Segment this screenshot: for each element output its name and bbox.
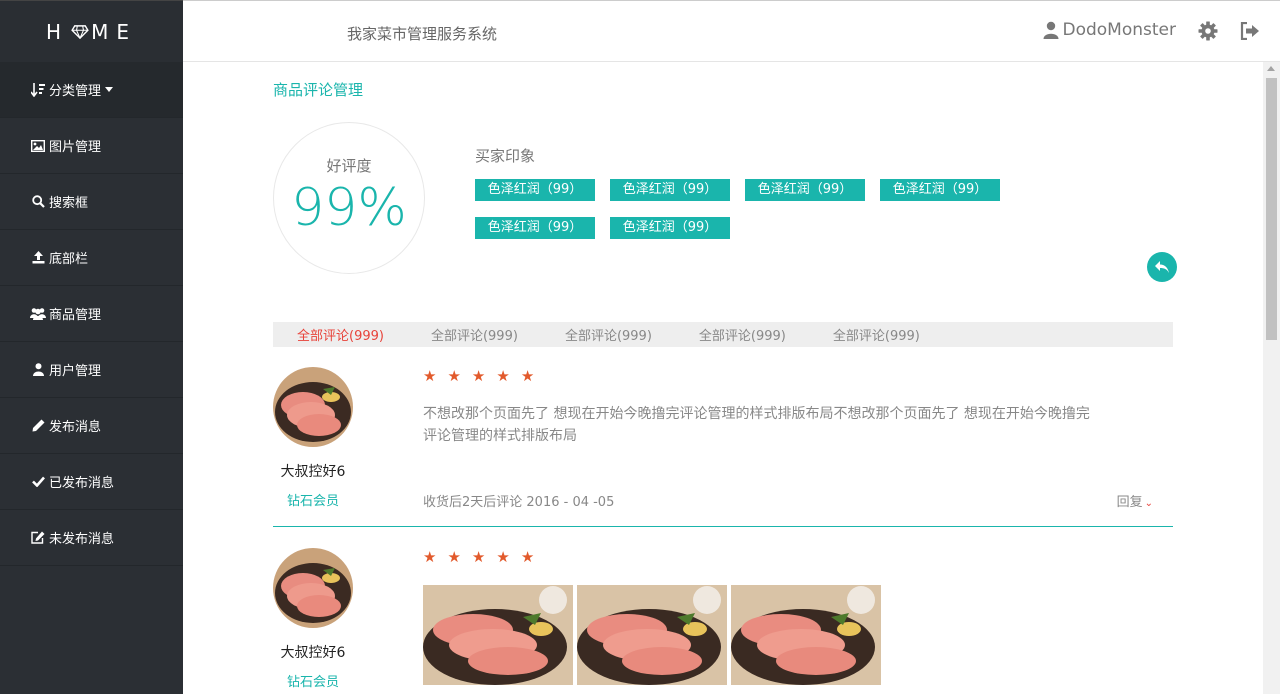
sidebar-item-label: 商品管理 [49,308,102,323]
scroll-up-icon[interactable] [1267,66,1275,71]
main-content: 商品评论管理 好评度 99% 买家印象 色泽红润（99） 色泽红润（99） 色泽红润… [183,62,1263,694]
logo-text: ME [91,19,137,44]
tab-reviews[interactable]: 全部评论(999) [565,325,652,344]
users-icon [30,307,46,320]
logo-letter: H [46,19,70,44]
star-icon: ★ [520,548,535,566]
tab-all-reviews[interactable]: 全部评论(999) [297,325,384,344]
sidebar-item-label: 搜索框 [49,196,89,211]
tab-reviews[interactable]: 全部评论(999) [833,325,920,344]
star-icon: ★ [471,548,486,566]
vertical-scrollbar[interactable] [1263,62,1280,694]
sidebar-item-label: 用户管理 [49,364,102,379]
sidebar-item-category[interactable]: 分类管理 [0,62,183,118]
impression-tag[interactable]: 色泽红润（99） [475,217,595,239]
reviewer-name: 大叔控好6 [280,464,346,480]
review-photo[interactable] [731,585,881,685]
sidebar: 分类管理 图片管理 搜索框 底部栏 商品管理 用户管理 发布消息 已发布消息 未… [0,62,183,694]
user-icon [30,363,46,376]
member-level: 钻石会员 [286,494,339,509]
review-item: 大叔控好6 钻石会员 ★ ★ ★ ★ ★ 不想改那个页面先了 想现在开始今晚撸完… [273,367,1173,527]
star-icon: ★ [496,367,510,385]
sidebar-item-published[interactable]: 已发布消息 [0,454,183,510]
impression-tags: 色泽红润（99） 色泽红润（99） 色泽红润（99） 色泽红润（99） 色泽红润（99… [475,179,1035,255]
avatar [273,548,353,628]
edit-icon [30,531,46,544]
page-title: 商品评论管理 [273,81,364,99]
sidebar-item-images[interactable]: 图片管理 [0,118,183,174]
sidebar-item-publish[interactable]: 发布消息 [0,398,183,454]
user-icon [1043,21,1058,39]
tab-reviews[interactable]: 全部评论(999) [699,325,786,344]
sidebar-item-label: 已发布消息 [49,476,115,491]
star-icon: ★ [471,367,486,385]
impressions-title: 买家印象 [475,147,536,165]
review-text: 不想改那个页面先了 想现在开始今晚撸完评论管理的样式排版布局不想改那个页面先了 … [423,406,1090,444]
impression-tag[interactable]: 色泽红润（99） [880,179,1000,201]
star-icon: ★ [447,548,461,566]
sidebar-item-label: 发布消息 [49,420,102,435]
star-rating: ★ ★ ★ ★ ★ [423,367,545,385]
avatar [273,367,353,447]
star-icon: ★ [520,367,535,385]
review-tabs: 全部评论(999) 全部评论(999) 全部评论(999) 全部评论(999) … [273,322,1173,347]
search-icon [30,195,46,208]
star-rating: ★ ★ ★ ★ ★ [423,548,545,566]
sort-icon [30,82,46,97]
rating-label: 好评度 [326,157,372,175]
logo: H ME [0,0,183,62]
impression-tag[interactable]: 色泽红润（99） [745,179,865,201]
star-icon: ★ [496,548,510,566]
sidebar-item-products[interactable]: 商品管理 [0,286,183,342]
sidebar-item-footer[interactable]: 底部栏 [0,230,183,286]
upload-icon [30,251,46,264]
sidebar-item-label: 未发布消息 [49,532,115,547]
back-button[interactable] [1147,252,1177,282]
reply-icon [1155,261,1169,273]
check-icon [30,476,46,487]
sidebar-item-label: 分类管理 [49,84,102,99]
star-icon: ★ [423,367,437,385]
rating-value: 99% [291,178,407,238]
diamond-icon [71,24,89,39]
logout-icon[interactable] [1240,22,1260,40]
sidebar-item-label: 底部栏 [49,252,89,267]
review-photos [423,585,885,685]
gear-icon[interactable] [1198,21,1218,41]
image-icon [30,139,46,152]
reviewer-name: 大叔控好6 [280,645,346,661]
sidebar-item-users[interactable]: 用户管理 [0,342,183,398]
review-item: 大叔控好6 钻石会员 ★ ★ ★ ★ ★ [273,548,1173,694]
review-divider [273,526,1173,527]
star-icon: ★ [447,367,461,385]
review-photo[interactable] [423,585,573,685]
pencil-icon [30,419,46,432]
review-meta: 收货后2天后评论 2016 - 04 -05 [423,495,615,510]
sidebar-item-unpublished[interactable]: 未发布消息 [0,510,183,566]
username: DodoMonster [1062,20,1177,40]
tab-reviews[interactable]: 全部评论(999) [431,325,518,344]
sidebar-item-search[interactable]: 搜索框 [0,174,183,230]
scroll-thumb[interactable] [1266,78,1277,340]
rating-circle: 好评度 99% [273,122,425,274]
impression-tag[interactable]: 色泽红润（99） [610,217,730,239]
user-menu[interactable]: DodoMonster [1043,20,1177,40]
reply-button[interactable]: 回复 ⌄ [1117,491,1153,510]
top-bar: 我家菜市管理服务系统 DodoMonster [183,0,1280,62]
reply-label: 回复 [1116,495,1143,510]
caret-down-icon [105,87,114,92]
sidebar-item-label: 图片管理 [49,140,102,155]
system-title: 我家菜市管理服务系统 [347,25,498,43]
star-icon: ★ [423,548,437,566]
impression-tag[interactable]: 色泽红润（99） [475,179,595,201]
member-level: 钻石会员 [286,675,339,690]
review-photo[interactable] [577,585,727,685]
chevron-down-icon: ⌄ [1144,498,1153,509]
impression-tag[interactable]: 色泽红润（99） [610,179,730,201]
